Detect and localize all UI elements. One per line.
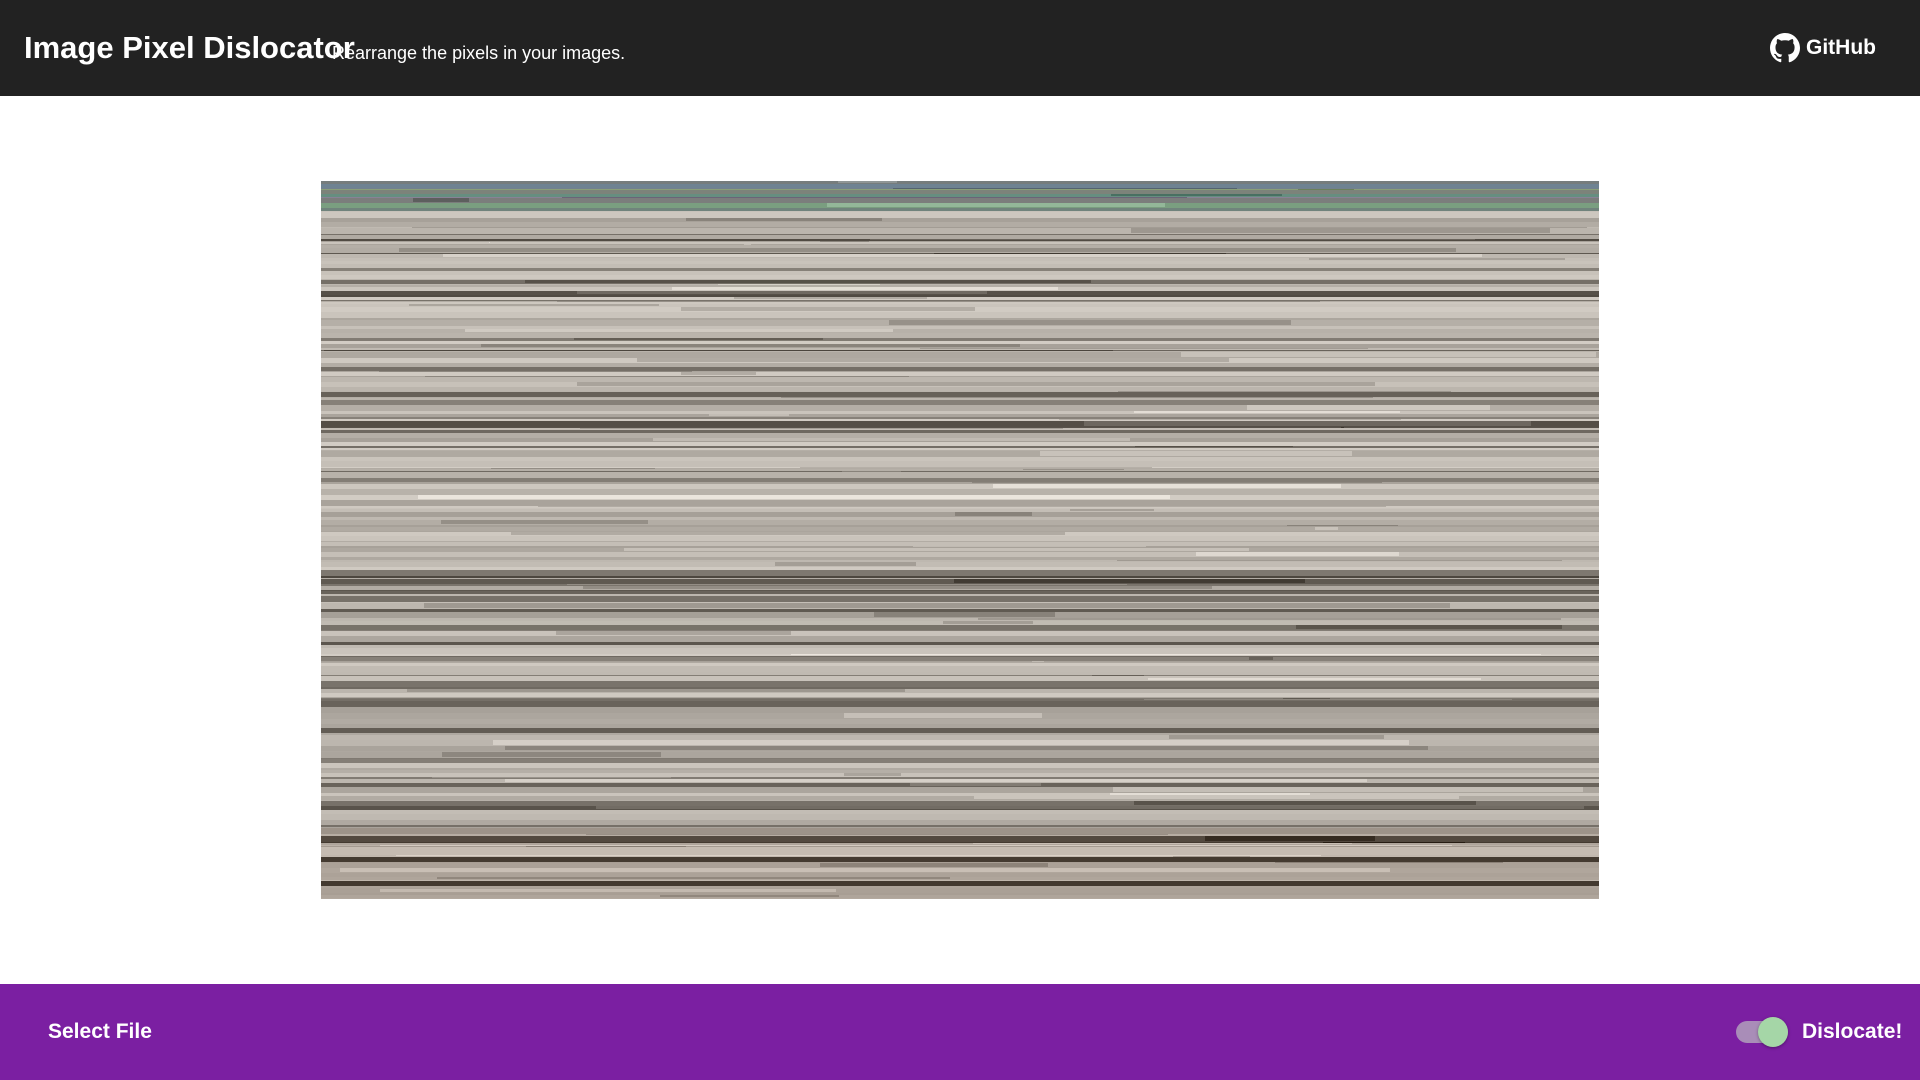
select-file-button[interactable]: Select File	[36, 1008, 164, 1056]
dislocated-image	[321, 181, 1599, 899]
app-footer: Select File Dislocate!	[0, 984, 1920, 1080]
dislocated-image-canvas	[321, 181, 1599, 899]
github-label: GitHub	[1806, 36, 1876, 59]
github-link[interactable]: GitHub	[1770, 32, 1876, 64]
app-header: Image Pixel Dislocator Rearrange the pix…	[0, 0, 1920, 96]
dislocate-toggle[interactable]: Dislocate!	[1736, 1012, 1902, 1052]
github-icon	[1770, 33, 1800, 63]
app-title: Image Pixel Dislocator	[24, 30, 355, 65]
switch-thumb[interactable]	[1758, 1017, 1788, 1047]
app-subtitle: Rearrange the pixels in your images.	[332, 43, 626, 63]
dislocate-switch[interactable]	[1736, 1017, 1788, 1047]
dislocate-label: Dislocate!	[1802, 1020, 1903, 1043]
